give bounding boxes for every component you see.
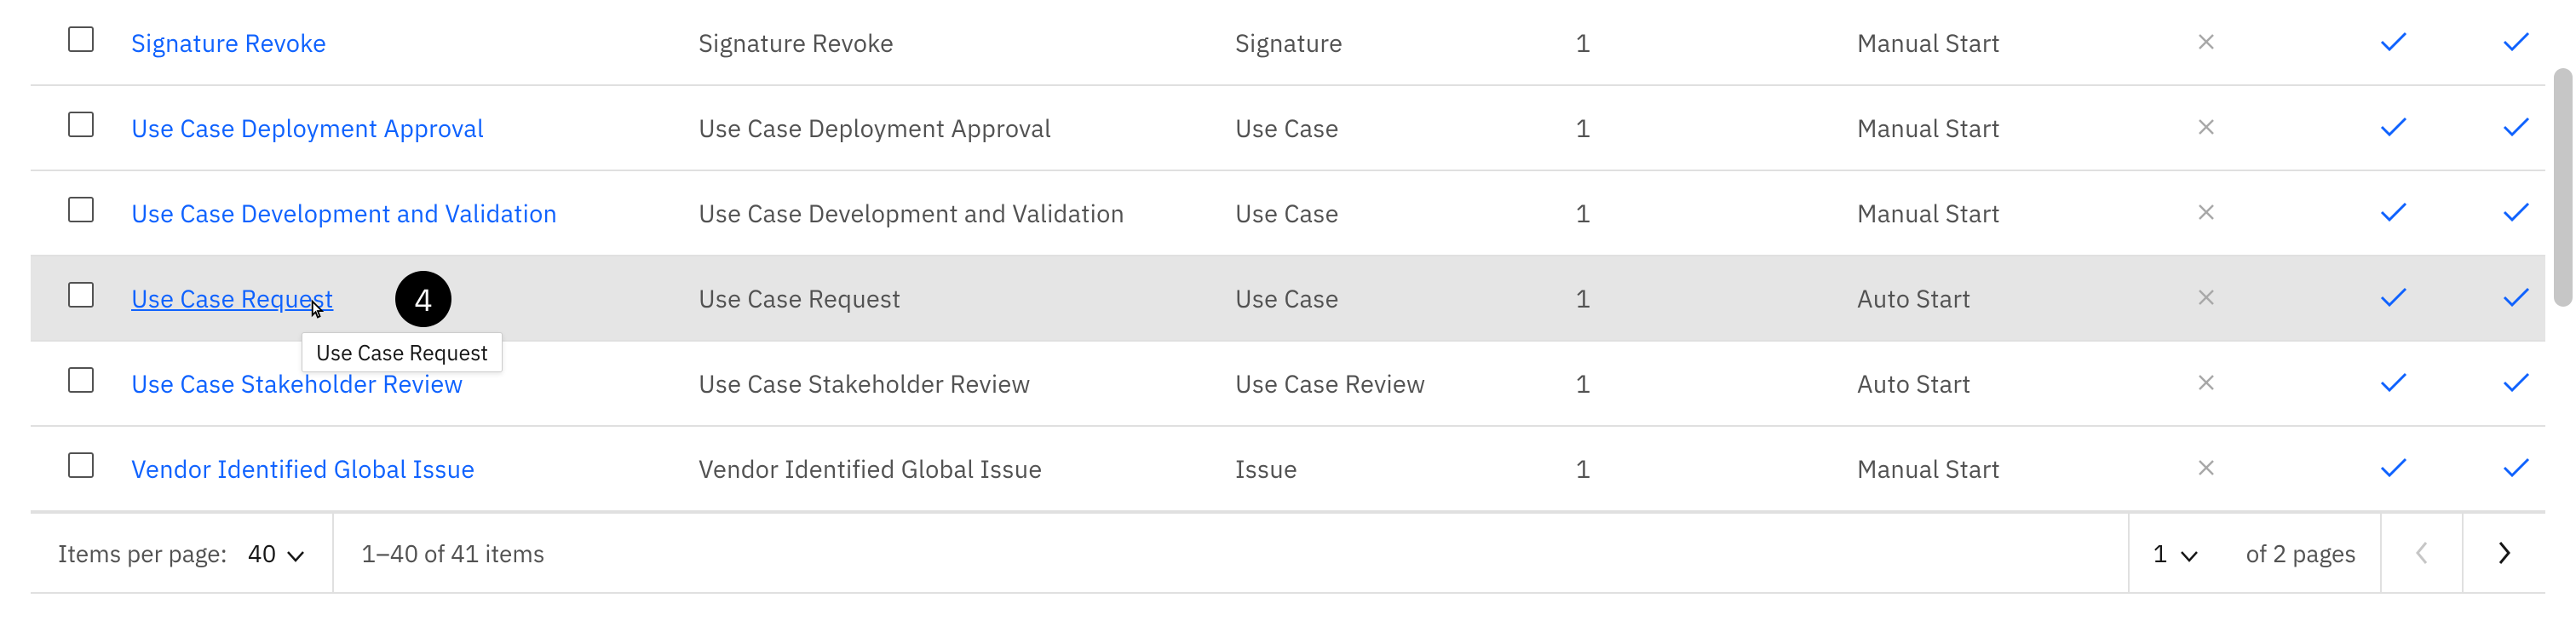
check-icon [2380,202,2407,222]
workflow-launch: Manual Start [1857,170,2113,256]
check-icon [2380,117,2407,137]
step-badge: 4 [395,271,451,327]
row-checkbox[interactable] [68,282,94,308]
check-icon [2503,32,2530,52]
check-icon [2380,32,2407,52]
workflow-type: Use Case [1235,170,1576,256]
workflow-description: Use Case Development and Validation [699,170,1235,256]
check-icon [2503,202,2530,222]
workflow-type: Use Case [1235,85,1576,170]
workflow-version: 1 [1576,341,1857,426]
chevron-down-icon [286,538,305,569]
pagination-range: 1–40 of 41 items [334,514,2127,592]
items-per-page[interactable]: Items per page: 40 [31,514,334,592]
close-icon [2196,285,2217,314]
cursor-pointer-icon [305,298,331,324]
close-icon [2196,115,2217,144]
workflow-type: Use Case [1235,256,1576,341]
workflow-version: 1 [1576,426,1857,511]
check-icon [2503,117,2530,137]
close-icon [2196,30,2217,59]
of-pages-label: of 2 pages [2222,514,2382,592]
workflow-launch: Auto Start [1857,256,2113,341]
check-icon [2380,287,2407,308]
page-number-select[interactable]: 1 [2128,514,2222,592]
close-icon [2196,200,2217,229]
step-badge-number: 4 [414,279,433,319]
workflow-name-link[interactable]: Vendor Identified Global Issue [131,452,474,485]
workflow-description: Use Case Deployment Approval [699,85,1235,170]
workflow-name-link[interactable]: Use Case Request [131,282,334,314]
range-text: 1–40 of 41 items [361,538,544,569]
workflow-version: 1 [1576,170,1857,256]
chevron-down-icon [2180,538,2199,569]
workflow-table: Signature RevokeSignature RevokeSignatur… [31,0,2545,512]
check-icon [2380,372,2407,393]
workflow-version: 1 [1576,256,1857,341]
next-page-button[interactable] [2464,514,2545,592]
row-checkbox[interactable] [68,367,94,393]
workflow-name-link[interactable]: Use Case Development and Validation [131,197,557,229]
row-checkbox[interactable] [68,112,94,137]
workflow-launch: Manual Start [1857,0,2113,85]
workflow-type: Signature [1235,0,1576,85]
workflow-description: Vendor Identified Global Issue [699,426,1235,511]
workflow-name-link[interactable]: Signature Revoke [131,26,326,59]
check-icon [2503,457,2530,478]
page-number: 1 [2153,538,2168,569]
workflow-type: Issue [1235,426,1576,511]
table-row: Signature RevokeSignature RevokeSignatur… [31,0,2545,85]
row-checkbox[interactable] [68,452,94,478]
check-icon [2380,457,2407,478]
close-icon [2196,371,2217,400]
check-icon [2503,287,2530,308]
tooltip-text: Use Case Request [316,338,488,366]
close-icon [2196,456,2217,485]
scrollbar-thumb[interactable] [2554,68,2573,307]
workflow-name-link[interactable]: Use Case Deployment Approval [131,112,484,144]
pagination-bar: Items per page: 40 1–40 of 41 items 1 of… [31,512,2545,594]
prev-page-button[interactable] [2382,514,2464,592]
workflow-version: 1 [1576,85,1857,170]
items-per-page-label: Items per page: [58,538,227,569]
workflow-launch: Manual Start [1857,85,2113,170]
workflow-description: Signature Revoke [699,0,1235,85]
workflow-description: Use Case Request [699,256,1235,341]
table-row: Use Case Development and ValidationUse C… [31,170,2545,256]
row-checkbox[interactable] [68,26,94,52]
workflow-launch: Auto Start [1857,341,2113,426]
row-checkbox[interactable] [68,197,94,222]
hover-tooltip: Use Case Request [302,332,503,372]
check-icon [2503,372,2530,393]
workflow-type: Use Case Review [1235,341,1576,426]
workflow-description: Use Case Stakeholder Review [699,341,1235,426]
workflow-launch: Manual Start [1857,426,2113,511]
table-row: Use Case Deployment Approval Use Case Dep… [31,85,2545,170]
items-per-page-value: 40 [248,538,277,569]
table-row: Vendor Identified Global Issue Vendor Ide… [31,426,2545,511]
workflow-version: 1 [1576,0,1857,85]
